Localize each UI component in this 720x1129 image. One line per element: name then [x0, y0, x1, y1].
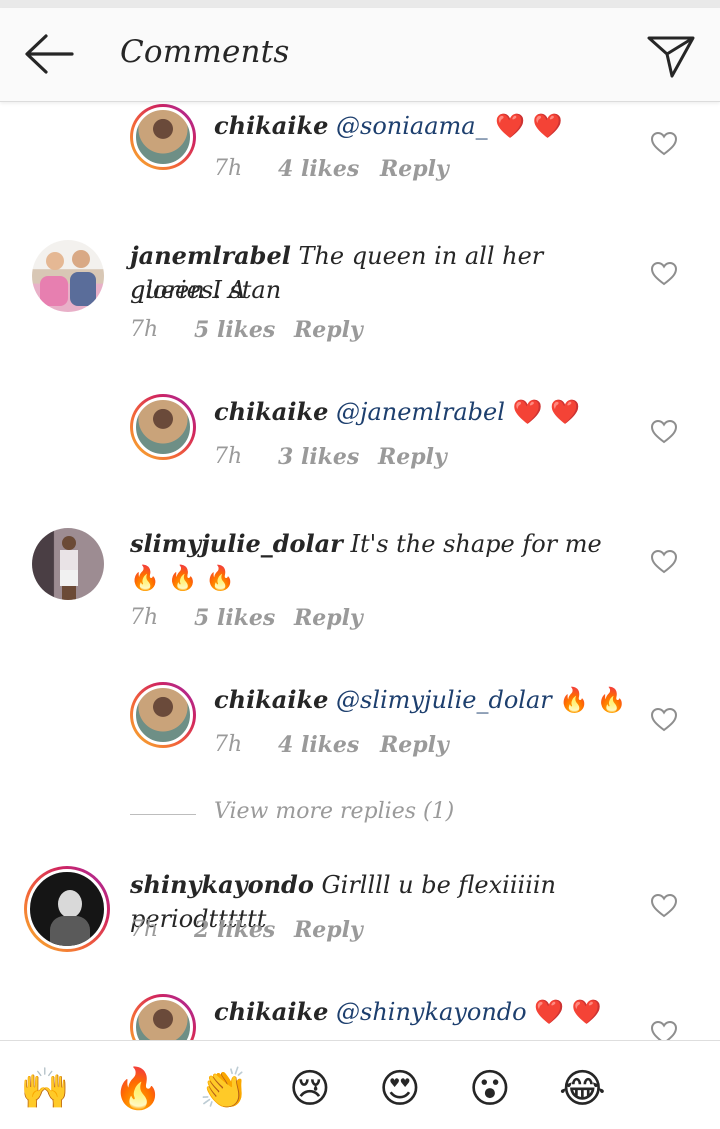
like-heart-icon[interactable]: [650, 549, 678, 574]
heart-eyes-emoji-button[interactable]: 😍: [379, 1065, 421, 1113]
comment-likes[interactable]: 5 likes: [194, 317, 275, 343]
tears-of-joy-emoji-button[interactable]: 😂: [559, 1065, 606, 1113]
comment-username[interactable]: chikaike: [214, 111, 328, 140]
comment-mention[interactable]: @shinykayondo: [336, 998, 527, 1026]
crying-face-emoji-button[interactable]: 😢: [289, 1065, 331, 1113]
top-bar: Comments: [0, 8, 720, 102]
view-more-replies-label: View more replies (1): [214, 799, 455, 824]
status-bar: [0, 0, 720, 8]
comment-likes[interactable]: 4 likes: [278, 156, 359, 182]
comment-username[interactable]: janemlrabel: [130, 241, 291, 270]
avatar[interactable]: [32, 528, 104, 600]
comment-likes[interactable]: 3 likes: [278, 444, 359, 470]
comment-time: 7h: [214, 444, 243, 469]
comment-mention[interactable]: @slimyjulie_dolar: [336, 686, 552, 714]
send-icon[interactable]: [646, 30, 696, 80]
comment-text: chikaike @shinykayondo ❤️ ❤️: [214, 995, 634, 1029]
surprised-face-emoji-button[interactable]: 😮: [469, 1065, 511, 1113]
comment-likes[interactable]: 4 likes: [278, 732, 359, 758]
reply-button[interactable]: Reply: [294, 605, 363, 631]
raised-hands-emoji-button[interactable]: 🙌: [20, 1065, 70, 1113]
comments-list[interactable]: chikaike @soniaama_ ❤️ ❤️ 7h 4 likes Rep…: [0, 103, 720, 1040]
reply-button[interactable]: Reply: [378, 444, 447, 470]
comment-username[interactable]: chikaike: [214, 397, 328, 426]
comment-mention[interactable]: @janemlrabel: [336, 398, 505, 426]
heart-emoji: ❤️ ❤️: [512, 398, 580, 426]
avatar[interactable]: [130, 682, 196, 748]
avatar[interactable]: [130, 394, 196, 460]
avatar[interactable]: [32, 240, 104, 312]
back-arrow-icon[interactable]: [22, 32, 74, 76]
divider: [130, 814, 196, 815]
fire-emoji-line2: 🔥 🔥 🔥: [130, 564, 235, 592]
comment-username[interactable]: chikaike: [214, 997, 328, 1026]
fire-emoji-button[interactable]: 🔥: [113, 1065, 163, 1113]
comment-text: chikaike @soniaama_ ❤️ ❤️: [214, 109, 634, 143]
comment-time: 7h: [214, 156, 243, 181]
reply-button[interactable]: Reply: [380, 732, 449, 758]
comment-mention[interactable]: @soniaama_: [336, 112, 488, 140]
emoji-reaction-bar: 🙌 🔥 👏 😢 😍 😮 😂: [0, 1040, 720, 1129]
comment-time: 7h: [130, 605, 159, 630]
page-title: Comments: [120, 34, 290, 70]
like-heart-icon[interactable]: [650, 707, 678, 732]
reply-button[interactable]: Reply: [380, 156, 449, 182]
like-heart-icon[interactable]: [650, 131, 678, 156]
comment-body: It's the shape for me: [350, 530, 602, 558]
like-heart-icon[interactable]: [650, 1020, 678, 1040]
reply-button[interactable]: Reply: [294, 917, 363, 943]
reply-button[interactable]: Reply: [294, 317, 363, 343]
avatar[interactable]: [130, 994, 196, 1040]
comment-time: 7h: [130, 317, 159, 342]
comment-body-line2: queen I stan: [130, 276, 282, 304]
comment-username[interactable]: shinykayondo: [130, 870, 314, 899]
comment-username[interactable]: chikaike: [214, 685, 328, 714]
heart-emoji: ❤️ ❤️: [534, 998, 602, 1026]
comment-time: 7h: [130, 917, 159, 942]
clapping-hands-emoji-button[interactable]: 👏: [199, 1065, 249, 1113]
comment-text: chikaike @janemlrabel ❤️ ❤️: [214, 395, 634, 429]
like-heart-icon[interactable]: [650, 419, 678, 444]
avatar[interactable]: [24, 866, 110, 952]
like-heart-icon[interactable]: [650, 893, 678, 918]
fire-emoji: 🔥 🔥: [559, 686, 627, 714]
comment-username[interactable]: slimyjulie_dolar: [130, 529, 343, 558]
like-heart-icon[interactable]: [650, 261, 678, 286]
comment-likes[interactable]: 2 likes: [194, 917, 275, 943]
comment-likes[interactable]: 5 likes: [194, 605, 275, 631]
heart-emoji: ❤️ ❤️: [495, 112, 563, 140]
avatar[interactable]: [130, 104, 196, 170]
comment-text: chikaike @slimyjulie_dolar 🔥 🔥: [214, 683, 634, 717]
comment-time: 7h: [214, 732, 243, 757]
